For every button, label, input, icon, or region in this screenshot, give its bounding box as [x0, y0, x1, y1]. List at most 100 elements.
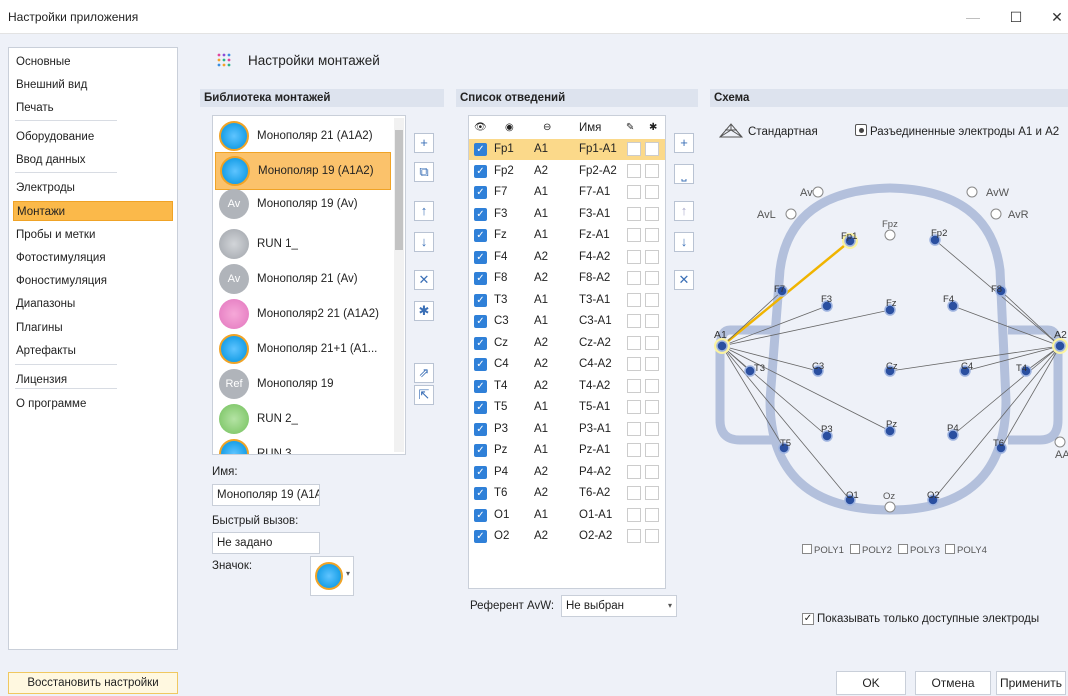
library-item[interactable]: Монополяр2 21 (A1A2)	[215, 296, 391, 334]
delete-lead-button[interactable]: ✕	[674, 270, 694, 290]
minimize-button[interactable]: —	[958, 6, 988, 28]
lead-row[interactable]: ✓ Pz A1 Pz-A1	[469, 440, 665, 461]
lead-row[interactable]: ✓ O1 A1 O1-A1	[469, 505, 665, 526]
lead-checkbox[interactable]: ✓	[474, 186, 487, 199]
name-input[interactable]: Монополяр 19 (A1A	[212, 484, 320, 506]
lead-filter-box[interactable]	[645, 443, 659, 457]
lead-checkbox[interactable]: ✓	[474, 272, 487, 285]
lead-color-box[interactable]	[627, 507, 641, 522]
lead-row[interactable]: ✓ T6 A2 T6-A2	[469, 483, 665, 504]
nav-item[interactable]: Диапазоны	[13, 294, 173, 314]
lead-color-box[interactable]	[627, 314, 641, 328]
lead-up-button[interactable]: ↑	[674, 201, 694, 221]
lead-filter-box[interactable]	[645, 292, 659, 307]
nav-item[interactable]: Монтажи	[13, 201, 173, 221]
ok-button[interactable]: OK	[836, 671, 906, 695]
lead-color-box[interactable]	[627, 486, 641, 500]
electrode-avl[interactable]	[785, 208, 797, 220]
library-item[interactable]: RUN 2_	[215, 401, 391, 439]
library-item[interactable]: Ref Монополяр 19	[215, 366, 391, 404]
lead-checkbox[interactable]: ✓	[474, 465, 487, 479]
move-down-button[interactable]: ↓	[414, 232, 434, 252]
lead-checkbox[interactable]: ✓	[474, 444, 487, 457]
lead-color-box[interactable]	[627, 185, 641, 199]
leads-table[interactable]: 👁 ◉ ⊖ Имя ✎ ✱ ✓ Fp1 A1 Fp1-A1 ✓ Fp2 A2 Fp2-A2 ✓ F7 A1 F7-…	[468, 115, 666, 589]
lead-color-box[interactable]	[627, 421, 641, 436]
electrode-av[interactable]	[812, 186, 824, 198]
poly-checkbox[interactable]: POLY1	[802, 544, 844, 556]
lead-filter-box[interactable]	[645, 206, 659, 221]
lead-row[interactable]: ✓ T3 A1 T3-A1	[469, 290, 665, 311]
apply-button[interactable]: Применить	[996, 671, 1066, 695]
lead-checkbox[interactable]: ✓	[474, 143, 487, 156]
lead-filter-box[interactable]	[645, 507, 659, 522]
lead-checkbox[interactable]: ✓	[474, 401, 487, 414]
lead-filter-box[interactable]	[645, 400, 659, 414]
lead-color-box[interactable]	[627, 378, 641, 393]
library-scroll-thumb[interactable]	[395, 130, 403, 250]
lead-checkbox[interactable]: ✓	[474, 379, 487, 393]
lead-filter-box[interactable]	[645, 314, 659, 328]
lead-filter-box[interactable]	[645, 421, 659, 436]
lead-checkbox[interactable]: ✓	[474, 164, 487, 178]
ref-select[interactable]: Не выбран ▾	[561, 595, 677, 617]
lead-row[interactable]: ✓ F3 A1 F3-A1	[469, 204, 665, 225]
lead-checkbox[interactable]: ✓	[474, 487, 487, 500]
electrode-a1[interactable]	[716, 340, 728, 352]
lead-row[interactable]: ✓ F4 A2 F4-A2	[469, 247, 665, 268]
lead-color-box[interactable]	[627, 443, 641, 457]
lead-checkbox[interactable]: ✓	[474, 422, 487, 436]
lead-row[interactable]: ✓ F7 A1 F7-A1	[469, 182, 665, 203]
lead-row[interactable]: ✓ T5 A1 T5-A1	[469, 397, 665, 418]
nav-item[interactable]: Лицензия	[13, 370, 173, 390]
electrode-scheme[interactable]: Fp1 Fp2 F7 F3 Fz F4 F8 T3 C3 Cz C4 T4 T5 P3 Pz P4 T6 O1 O2…	[710, 150, 1068, 520]
nav-item[interactable]: Фоностимуляция	[13, 271, 173, 291]
standard-scheme-icon[interactable]	[718, 121, 744, 141]
lead-checkbox[interactable]: ✓	[474, 315, 487, 328]
lead-row[interactable]: ✓ P3 A1 P3-A1	[469, 419, 665, 440]
library-item[interactable]: RUN 3_	[215, 436, 391, 454]
lead-filter-box[interactable]	[645, 335, 659, 350]
library-item[interactable]: RUN 1_	[215, 226, 391, 264]
separated-radio[interactable]	[855, 124, 867, 136]
electrode-avr[interactable]	[990, 208, 1002, 220]
nav-item[interactable]: Ввод данных	[13, 150, 173, 170]
library-item[interactable]: Монополяр 19 (A1A2)	[215, 152, 391, 190]
library-item[interactable]: Av Монополяр 21 (Av)	[215, 261, 391, 299]
lead-row[interactable]: ✓ P4 A2 P4-A2	[469, 462, 665, 483]
separated-label[interactable]: Разъединенные электроды A1 и A2	[870, 126, 1059, 138]
lead-checkbox[interactable]: ✓	[474, 358, 487, 371]
electrode-fpz[interactable]	[884, 229, 896, 241]
icon-picker[interactable]: ▾	[310, 556, 354, 596]
lead-color-box[interactable]	[627, 142, 641, 156]
nav-item[interactable]: Внешний вид	[13, 75, 173, 95]
nav-item[interactable]: Пробы и метки	[13, 225, 173, 245]
nav-item[interactable]: Артефакты	[13, 341, 173, 361]
cancel-button[interactable]: Отмена	[915, 671, 991, 695]
electrode-avw[interactable]	[966, 186, 978, 198]
nav-item[interactable]: Фотостимуляция	[13, 248, 173, 268]
delete-button[interactable]: ✕	[414, 270, 434, 290]
lead-row[interactable]: ✓ Fz A1 Fz-A1	[469, 225, 665, 246]
lead-color-box[interactable]	[627, 357, 641, 371]
lead-color-box[interactable]	[627, 206, 641, 221]
standard-scheme-label[interactable]: Стандартная	[748, 126, 818, 138]
lead-filter-box[interactable]	[645, 378, 659, 393]
separator-button[interactable]: ⎵	[674, 164, 694, 184]
lead-row[interactable]: ✓ F8 A2 F8-A2	[469, 268, 665, 289]
lead-row[interactable]: ✓ Fp2 A2 Fp2-A2	[469, 161, 665, 182]
montage-library-list[interactable]: Монополяр 21 (A1A2) Монополяр 19 (A1A2) Av…	[212, 115, 406, 455]
poly-checkbox[interactable]: POLY4	[945, 544, 987, 556]
lead-checkbox[interactable]: ✓	[474, 530, 487, 543]
poly-checkbox[interactable]: POLY3	[898, 544, 940, 556]
nav-item[interactable]: Плагины	[13, 318, 173, 338]
lead-row[interactable]: ✓ Cz A2 Cz-A2	[469, 333, 665, 354]
lead-checkbox[interactable]: ✓	[474, 207, 487, 221]
lead-color-box[interactable]	[627, 228, 641, 242]
lead-filter-box[interactable]	[645, 486, 659, 500]
lead-filter-box[interactable]	[645, 185, 659, 199]
lead-color-box[interactable]	[627, 271, 641, 285]
lead-filter-box[interactable]	[645, 249, 659, 264]
library-item[interactable]: Монополяр 21 (A1A2)	[215, 118, 391, 156]
lead-filter-box[interactable]	[645, 228, 659, 242]
